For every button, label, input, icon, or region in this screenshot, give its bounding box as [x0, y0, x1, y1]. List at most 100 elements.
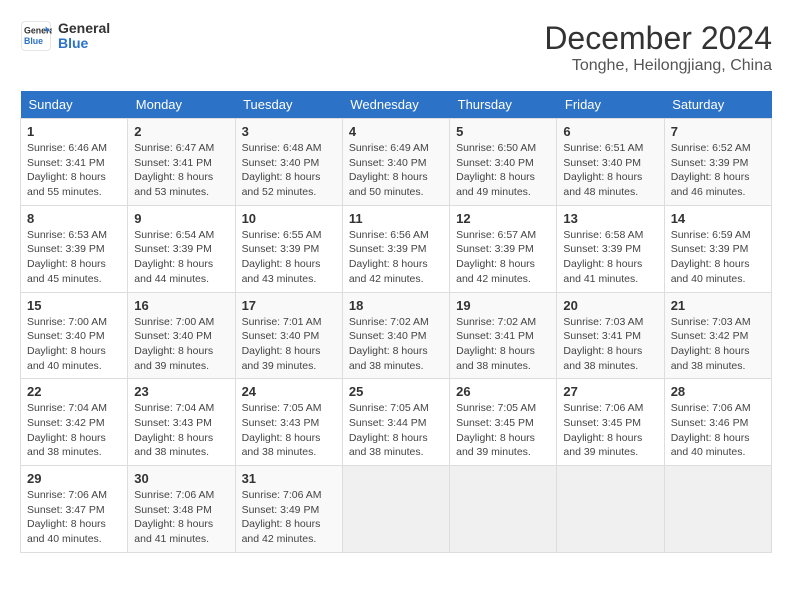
day-number: 6	[563, 124, 657, 139]
day-number: 18	[349, 298, 443, 313]
day-info: Sunrise: 6:56 AMSunset: 3:39 PMDaylight:…	[349, 228, 443, 287]
day-info: Sunrise: 6:48 AMSunset: 3:40 PMDaylight:…	[242, 141, 336, 200]
day-number: 30	[134, 471, 228, 486]
day-number: 26	[456, 384, 550, 399]
day-number: 25	[349, 384, 443, 399]
day-info: Sunrise: 7:04 AMSunset: 3:42 PMDaylight:…	[27, 401, 121, 460]
weekday-header-saturday: Saturday	[664, 91, 771, 119]
calendar-cell: 4 Sunrise: 6:49 AMSunset: 3:40 PMDaylight…	[342, 119, 449, 206]
weekday-header-tuesday: Tuesday	[235, 91, 342, 119]
month-title: December 2024	[544, 20, 772, 57]
day-info: Sunrise: 6:49 AMSunset: 3:40 PMDaylight:…	[349, 141, 443, 200]
day-info: Sunrise: 6:51 AMSunset: 3:40 PMDaylight:…	[563, 141, 657, 200]
day-number: 10	[242, 211, 336, 226]
day-number: 8	[27, 211, 121, 226]
calendar-week-3: 15 Sunrise: 7:00 AMSunset: 3:40 PMDayligh…	[21, 292, 772, 379]
calendar-cell: 15 Sunrise: 7:00 AMSunset: 3:40 PMDayligh…	[21, 292, 128, 379]
day-info: Sunrise: 6:58 AMSunset: 3:39 PMDaylight:…	[563, 228, 657, 287]
day-number: 2	[134, 124, 228, 139]
calendar-cell: 10 Sunrise: 6:55 AMSunset: 3:39 PMDayligh…	[235, 205, 342, 292]
calendar-cell	[664, 466, 771, 553]
calendar-cell: 22 Sunrise: 7:04 AMSunset: 3:42 PMDayligh…	[21, 379, 128, 466]
day-number: 4	[349, 124, 443, 139]
day-info: Sunrise: 7:05 AMSunset: 3:45 PMDaylight:…	[456, 401, 550, 460]
day-number: 24	[242, 384, 336, 399]
calendar-cell: 19 Sunrise: 7:02 AMSunset: 3:41 PMDayligh…	[450, 292, 557, 379]
title-block: December 2024 Tonghe, Heilongjiang, Chin…	[544, 20, 772, 75]
day-number: 13	[563, 211, 657, 226]
day-info: Sunrise: 7:02 AMSunset: 3:40 PMDaylight:…	[349, 315, 443, 374]
calendar-cell: 20Sunrise: 7:03 AMSunset: 3:41 PMDayligh…	[557, 292, 664, 379]
calendar-cell: 30Sunrise: 7:06 AMSunset: 3:48 PMDayligh…	[128, 466, 235, 553]
calendar-cell: 18 Sunrise: 7:02 AMSunset: 3:40 PMDayligh…	[342, 292, 449, 379]
day-number: 31	[242, 471, 336, 486]
day-number: 11	[349, 211, 443, 226]
calendar-header-row: SundayMondayTuesdayWednesdayThursdayFrid…	[21, 91, 772, 119]
day-info: Sunrise: 7:06 AMSunset: 3:46 PMDaylight:…	[671, 401, 765, 460]
day-number: 19	[456, 298, 550, 313]
calendar-cell: 21Sunrise: 7:03 AMSunset: 3:42 PMDayligh…	[664, 292, 771, 379]
day-info: Sunrise: 6:50 AMSunset: 3:40 PMDaylight:…	[456, 141, 550, 200]
calendar-cell: 13 Sunrise: 6:58 AMSunset: 3:39 PMDayligh…	[557, 205, 664, 292]
day-number: 28	[671, 384, 765, 399]
page-header: General Blue General Blue December 2024 …	[20, 20, 772, 75]
calendar-week-5: 29Sunrise: 7:06 AMSunset: 3:47 PMDayligh…	[21, 466, 772, 553]
calendar-cell	[557, 466, 664, 553]
day-info: Sunrise: 7:03 AMSunset: 3:41 PMDaylight:…	[563, 315, 657, 374]
day-info: Sunrise: 6:55 AMSunset: 3:39 PMDaylight:…	[242, 228, 336, 287]
logo-text-blue: Blue	[58, 36, 110, 51]
calendar-cell: 24 Sunrise: 7:05 AMSunset: 3:43 PMDayligh…	[235, 379, 342, 466]
day-number: 27	[563, 384, 657, 399]
day-info: Sunrise: 7:05 AMSunset: 3:43 PMDaylight:…	[242, 401, 336, 460]
day-number: 1	[27, 124, 121, 139]
day-info: Sunrise: 7:03 AMSunset: 3:42 PMDaylight:…	[671, 315, 765, 374]
day-number: 5	[456, 124, 550, 139]
day-info: Sunrise: 6:54 AMSunset: 3:39 PMDaylight:…	[134, 228, 228, 287]
calendar-week-4: 22 Sunrise: 7:04 AMSunset: 3:42 PMDayligh…	[21, 379, 772, 466]
weekday-header-monday: Monday	[128, 91, 235, 119]
day-info: Sunrise: 6:46 AMSunset: 3:41 PMDaylight:…	[27, 141, 121, 200]
calendar-body: 1 Sunrise: 6:46 AMSunset: 3:41 PMDaylight…	[21, 119, 772, 553]
calendar-table: SundayMondayTuesdayWednesdayThursdayFrid…	[20, 91, 772, 553]
logo-icon: General Blue	[20, 20, 52, 52]
calendar-cell: 12 Sunrise: 6:57 AMSunset: 3:39 PMDayligh…	[450, 205, 557, 292]
logo: General Blue General Blue	[20, 20, 110, 52]
calendar-cell: 14Sunrise: 6:59 AMSunset: 3:39 PMDayligh…	[664, 205, 771, 292]
calendar-cell: 26 Sunrise: 7:05 AMSunset: 3:45 PMDayligh…	[450, 379, 557, 466]
day-info: Sunrise: 7:00 AMSunset: 3:40 PMDaylight:…	[134, 315, 228, 374]
calendar-week-1: 1 Sunrise: 6:46 AMSunset: 3:41 PMDaylight…	[21, 119, 772, 206]
calendar-cell: 3 Sunrise: 6:48 AMSunset: 3:40 PMDaylight…	[235, 119, 342, 206]
weekday-header-wednesday: Wednesday	[342, 91, 449, 119]
day-info: Sunrise: 7:01 AMSunset: 3:40 PMDaylight:…	[242, 315, 336, 374]
day-number: 15	[27, 298, 121, 313]
day-info: Sunrise: 6:57 AMSunset: 3:39 PMDaylight:…	[456, 228, 550, 287]
day-number: 7	[671, 124, 765, 139]
calendar-cell: 29Sunrise: 7:06 AMSunset: 3:47 PMDayligh…	[21, 466, 128, 553]
day-number: 3	[242, 124, 336, 139]
day-info: Sunrise: 6:52 AMSunset: 3:39 PMDaylight:…	[671, 141, 765, 200]
day-number: 16	[134, 298, 228, 313]
day-info: Sunrise: 7:00 AMSunset: 3:40 PMDaylight:…	[27, 315, 121, 374]
day-info: Sunrise: 6:53 AMSunset: 3:39 PMDaylight:…	[27, 228, 121, 287]
calendar-cell: 9Sunrise: 6:54 AMSunset: 3:39 PMDaylight…	[128, 205, 235, 292]
day-number: 22	[27, 384, 121, 399]
day-info: Sunrise: 7:02 AMSunset: 3:41 PMDaylight:…	[456, 315, 550, 374]
calendar-cell: 23 Sunrise: 7:04 AMSunset: 3:43 PMDayligh…	[128, 379, 235, 466]
day-number: 23	[134, 384, 228, 399]
calendar-cell: 27 Sunrise: 7:06 AMSunset: 3:45 PMDayligh…	[557, 379, 664, 466]
calendar-cell: 7 Sunrise: 6:52 AMSunset: 3:39 PMDaylight…	[664, 119, 771, 206]
day-info: Sunrise: 7:05 AMSunset: 3:44 PMDaylight:…	[349, 401, 443, 460]
calendar-cell: 31 Sunrise: 7:06 AMSunset: 3:49 PMDayligh…	[235, 466, 342, 553]
calendar-week-2: 8 Sunrise: 6:53 AMSunset: 3:39 PMDaylight…	[21, 205, 772, 292]
calendar-cell: 25 Sunrise: 7:05 AMSunset: 3:44 PMDayligh…	[342, 379, 449, 466]
day-info: Sunrise: 7:04 AMSunset: 3:43 PMDaylight:…	[134, 401, 228, 460]
location-subtitle: Tonghe, Heilongjiang, China	[544, 57, 772, 75]
day-info: Sunrise: 7:06 AMSunset: 3:45 PMDaylight:…	[563, 401, 657, 460]
calendar-cell: 2Sunrise: 6:47 AMSunset: 3:41 PMDaylight…	[128, 119, 235, 206]
day-number: 29	[27, 471, 121, 486]
calendar-cell: 6 Sunrise: 6:51 AMSunset: 3:40 PMDaylight…	[557, 119, 664, 206]
day-info: Sunrise: 7:06 AMSunset: 3:49 PMDaylight:…	[242, 488, 336, 547]
weekday-header-thursday: Thursday	[450, 91, 557, 119]
day-number: 12	[456, 211, 550, 226]
calendar-cell: 28 Sunrise: 7:06 AMSunset: 3:46 PMDayligh…	[664, 379, 771, 466]
